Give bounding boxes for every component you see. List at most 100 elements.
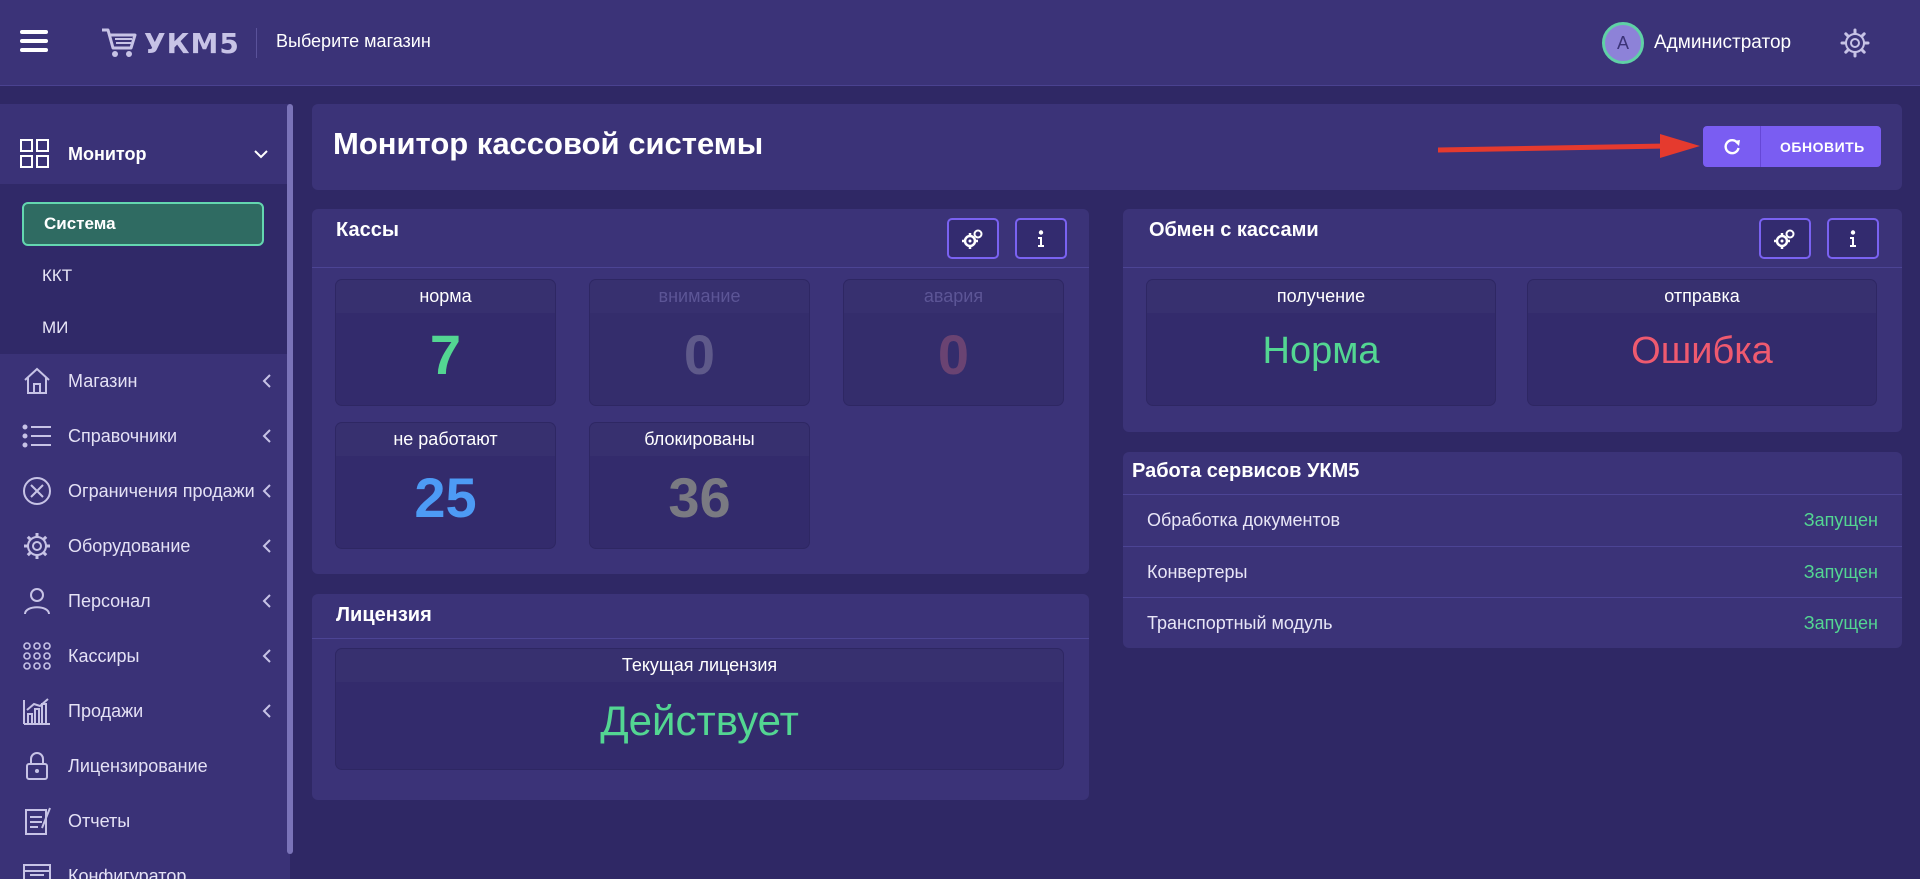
exchange-send: отправка Ошибка — [1528, 280, 1876, 405]
service-row: Обработка документов Запущен — [1123, 494, 1902, 545]
stat-label: Текущая лицензия — [336, 649, 1063, 682]
divider — [312, 638, 1089, 639]
grid-dots-icon — [20, 639, 54, 673]
divider — [1123, 267, 1902, 268]
stat-blocked: блокированы 36 — [590, 423, 809, 548]
sidebar-item-label: Отчеты — [68, 810, 131, 831]
service-name: Транспортный модуль — [1147, 612, 1333, 633]
license-card: Лицензия Текущая лицензия Действует — [312, 594, 1089, 800]
card-title: Обмен с кассами — [1149, 219, 1319, 241]
cogs-icon — [1774, 229, 1795, 249]
sidebar-subitem-mi[interactable]: МИ — [22, 306, 264, 350]
sidebar: Монитор Система ККТ МИ Магазин Справочни… — [0, 104, 290, 879]
license-status: Действует — [600, 697, 799, 744]
user-menu[interactable]: А Администратор — [1602, 22, 1791, 64]
sidebar-item-label: Лицензирование — [68, 755, 208, 776]
stat-value: 0 — [937, 323, 970, 386]
top-bar: УКМ5 Выберите магазин А Администратор — [0, 0, 1920, 86]
sidebar-item-label: Конфигуратор — [68, 865, 187, 879]
sidebar-item-label: Кассиры — [68, 645, 140, 666]
chevron-left-icon — [262, 429, 271, 443]
service-row: Конвертеры Запущен — [1123, 546, 1902, 597]
sidebar-subitem-kkt[interactable]: ККТ — [22, 254, 264, 298]
user-name: Администратор — [1654, 32, 1792, 53]
chevron-left-icon — [262, 594, 271, 608]
chevron-left-icon — [262, 374, 271, 388]
menu-icon[interactable] — [20, 30, 48, 54]
sidebar-item-store[interactable]: Магазин — [0, 356, 288, 406]
stat-emergency: авария 0 — [844, 280, 1063, 405]
exchange-receive: получение Норма — [1147, 280, 1495, 405]
sidebar-item-label: Оборудование — [68, 535, 191, 556]
stat-label: норма — [336, 280, 555, 313]
current-license: Текущая лицензия Действует — [336, 649, 1063, 769]
gear-icon — [20, 529, 54, 563]
cogs-icon — [962, 229, 983, 249]
sidebar-item-reports[interactable]: Отчеты — [0, 796, 288, 846]
sidebar-item-label: Персонал — [68, 590, 151, 611]
sidebar-item-label: Ограничения продажи — [68, 480, 255, 501]
stat-value: 7 — [429, 323, 462, 386]
logo-text: УКМ5 — [144, 26, 240, 60]
sidebar-item-cashiers[interactable]: Кассиры — [0, 631, 288, 681]
refresh-icon — [1703, 126, 1761, 167]
page-title: Монитор кассовой системы — [333, 126, 764, 161]
window-icon — [20, 859, 54, 879]
chevron-left-icon — [262, 539, 271, 553]
info-button[interactable] — [1827, 218, 1879, 259]
sidebar-item-sale-restrictions[interactable]: Ограничения продажи — [0, 466, 288, 516]
stat-value: 25 — [414, 466, 477, 529]
sidebar-scrollbar[interactable] — [287, 104, 293, 854]
card-title: Кассы — [336, 219, 399, 241]
sidebar-item-equipment[interactable]: Оборудование — [0, 521, 288, 571]
service-name: Обработка документов — [1147, 509, 1341, 530]
sidebar-item-label: Справочники — [68, 425, 178, 446]
sidebar-item-licensing[interactable]: Лицензирование — [0, 741, 288, 791]
service-row: Транспортный модуль Запущен — [1123, 597, 1902, 648]
divider — [312, 267, 1089, 268]
info-icon — [1850, 229, 1856, 247]
dashboard-icon — [20, 139, 49, 168]
store-select[interactable]: Выберите магазин — [276, 31, 431, 52]
stat-label: не работают — [336, 423, 555, 456]
exchange-card: Обмен с кассами получение Норма отправка… — [1123, 209, 1902, 432]
sidebar-subitem-system[interactable]: Система — [22, 202, 264, 246]
settings-button[interactable] — [947, 218, 999, 259]
logo[interactable]: УКМ5 — [100, 24, 240, 62]
sidebar-item-sales[interactable]: Продажи — [0, 686, 288, 736]
info-button[interactable] — [1015, 218, 1067, 259]
service-name: Конвертеры — [1147, 561, 1248, 582]
receive-status: Норма — [1262, 330, 1380, 372]
stat-label: получение — [1147, 280, 1495, 313]
stat-label: блокированы — [590, 423, 809, 456]
stat-attention: внимание 0 — [590, 280, 809, 405]
stat-label: отправка — [1528, 280, 1876, 313]
refresh-button[interactable]: ОБНОВИТЬ — [1703, 126, 1881, 167]
chevron-left-icon — [262, 704, 271, 718]
stat-value: 0 — [683, 323, 716, 386]
service-status: Запущен — [1803, 509, 1878, 530]
service-status: Запущен — [1803, 561, 1878, 582]
card-title: Работа сервисов УКМ5 — [1132, 460, 1360, 482]
stat-normal: норма 7 — [336, 280, 555, 405]
restriction-icon — [20, 474, 54, 508]
chevron-down-icon — [254, 150, 268, 159]
info-icon — [1038, 229, 1044, 247]
monitor-submenu: Система ККТ МИ — [0, 184, 288, 354]
service-status: Запущен — [1803, 612, 1878, 633]
stat-value: 36 — [668, 466, 731, 529]
lock-icon — [20, 749, 54, 783]
chart-icon — [20, 694, 54, 728]
red-arrow-annotation — [1438, 134, 1700, 158]
settings-gear-icon[interactable] — [1840, 28, 1870, 58]
sidebar-item-directories[interactable]: Справочники — [0, 411, 288, 461]
settings-button[interactable] — [1759, 218, 1811, 259]
chevron-left-icon — [262, 484, 271, 498]
sidebar-item-configurator[interactable]: Конфигуратор — [0, 851, 288, 879]
sidebar-item-monitor[interactable]: Монитор — [0, 126, 288, 182]
avatar: А — [1602, 22, 1644, 64]
sidebar-item-personnel[interactable]: Персонал — [0, 576, 288, 626]
sidebar-item-label: Монитор — [68, 143, 147, 164]
report-icon — [20, 804, 54, 838]
list-icon — [20, 419, 54, 453]
